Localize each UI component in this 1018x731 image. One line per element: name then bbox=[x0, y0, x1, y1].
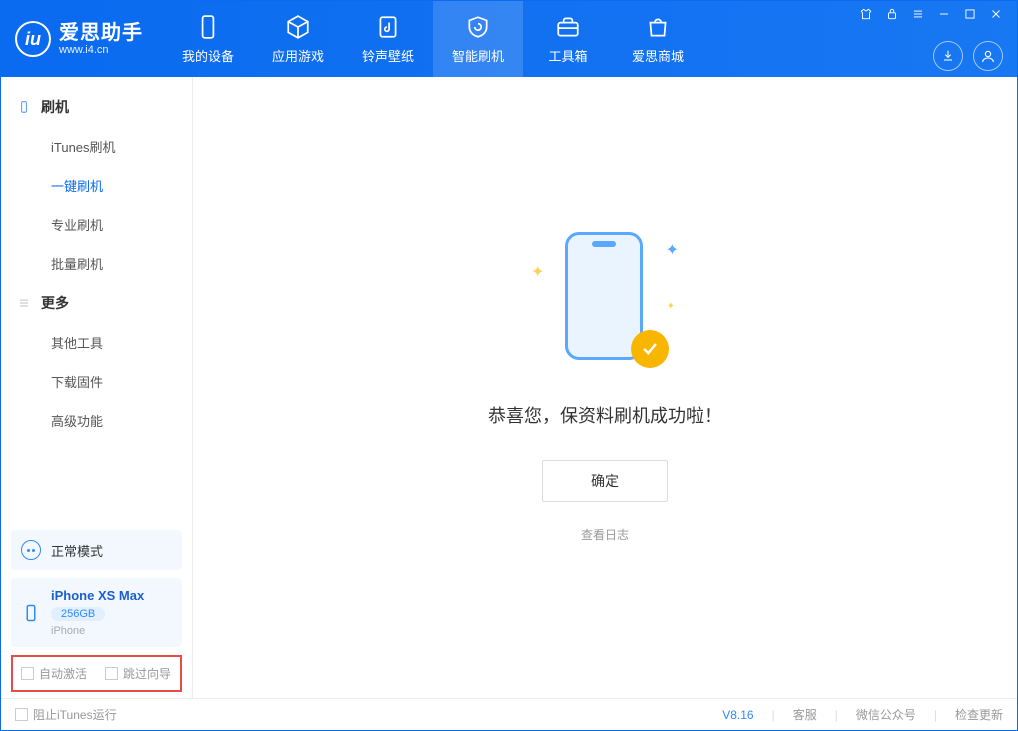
download-button[interactable] bbox=[933, 41, 963, 71]
music-icon bbox=[375, 14, 401, 40]
minimize-button[interactable] bbox=[937, 7, 951, 24]
sidebar-item-oneclick-flash[interactable]: 一键刷机 bbox=[1, 166, 192, 205]
sidebar-item-pro-flash[interactable]: 专业刷机 bbox=[1, 205, 192, 244]
checkbox-box-icon bbox=[105, 667, 118, 680]
statusbar-right: V8.16 | 客服 | 微信公众号 | 检查更新 bbox=[722, 706, 1003, 723]
app-subtitle: www.i4.cn bbox=[59, 44, 143, 56]
bag-icon bbox=[645, 14, 671, 40]
tab-smart-flash[interactable]: 智能刷机 bbox=[433, 1, 523, 77]
tab-apps-games[interactable]: 应用游戏 bbox=[253, 1, 343, 77]
tab-my-device[interactable]: 我的设备 bbox=[163, 1, 253, 77]
phone-illustration-icon bbox=[565, 232, 643, 360]
version-label: V8.16 bbox=[722, 708, 753, 722]
device-icon bbox=[21, 603, 41, 623]
sidebar-section-more: 更多 bbox=[1, 283, 192, 323]
device-name: iPhone XS Max bbox=[51, 588, 144, 603]
sidebar-item-download-firmware[interactable]: 下载固件 bbox=[1, 362, 192, 401]
tab-label: 爱思商城 bbox=[632, 46, 684, 65]
checkbox-label: 跳过向导 bbox=[123, 665, 171, 682]
sparkle-icon: ✦ bbox=[531, 262, 544, 282]
mode-panel[interactable]: 正常模式 bbox=[11, 530, 182, 570]
separator: | bbox=[835, 708, 838, 722]
checkbox-auto-activate[interactable]: 自动激活 bbox=[21, 665, 87, 682]
window-controls bbox=[859, 1, 1003, 77]
separator: | bbox=[934, 708, 937, 722]
app-window: iu 爱思助手 www.i4.cn 我的设备 应用游戏 铃声壁纸 智能刷机 bbox=[0, 0, 1018, 731]
maximize-button[interactable] bbox=[963, 7, 977, 24]
lock-icon[interactable] bbox=[885, 7, 899, 24]
sidebar-section-flash: 刷机 bbox=[1, 87, 192, 127]
tab-toolbox[interactable]: 工具箱 bbox=[523, 1, 613, 77]
device-type: iPhone bbox=[51, 625, 144, 637]
app-title: 爱思助手 bbox=[59, 22, 143, 44]
sparkle-icon: ✦ bbox=[667, 301, 675, 312]
tab-label: 我的设备 bbox=[182, 46, 234, 65]
checkbox-box-icon bbox=[15, 708, 28, 721]
mode-icon bbox=[21, 540, 41, 560]
user-button[interactable] bbox=[973, 41, 1003, 71]
device-small-icon bbox=[17, 100, 31, 114]
menu-icon[interactable] bbox=[911, 7, 925, 24]
mode-label: 正常模式 bbox=[51, 541, 103, 560]
view-log-link[interactable]: 查看日志 bbox=[581, 526, 629, 543]
sidebar-scroll: 刷机 iTunes刷机 一键刷机 专业刷机 批量刷机 更多 其他工具 下载固件 … bbox=[1, 77, 192, 530]
logo-area: iu 爱思助手 www.i4.cn bbox=[15, 21, 143, 57]
statusbar: 阻止iTunes运行 V8.16 | 客服 | 微信公众号 | 检查更新 bbox=[1, 698, 1017, 730]
customer-service-link[interactable]: 客服 bbox=[793, 706, 817, 723]
device-panel[interactable]: iPhone XS Max 256GB iPhone bbox=[11, 578, 182, 647]
tab-label: 铃声壁纸 bbox=[362, 46, 414, 65]
sidebar: 刷机 iTunes刷机 一键刷机 专业刷机 批量刷机 更多 其他工具 下载固件 … bbox=[1, 77, 193, 698]
tab-ringtone-wallpaper[interactable]: 铃声壁纸 bbox=[343, 1, 433, 77]
checkbox-block-itunes[interactable]: 阻止iTunes运行 bbox=[15, 706, 117, 723]
device-info: iPhone XS Max 256GB iPhone bbox=[51, 588, 144, 637]
window-bottom-controls bbox=[933, 41, 1003, 71]
success-title: 恭喜您，保资料刷机成功啦！ bbox=[488, 402, 722, 428]
check-badge-icon bbox=[631, 330, 669, 368]
toolbox-icon bbox=[555, 14, 581, 40]
shirt-icon[interactable] bbox=[859, 7, 873, 24]
tab-store[interactable]: 爱思商城 bbox=[613, 1, 703, 77]
checkbox-label: 自动激活 bbox=[39, 665, 87, 682]
titlebar: iu 爱思助手 www.i4.cn 我的设备 应用游戏 铃声壁纸 智能刷机 bbox=[1, 1, 1017, 77]
main-content: ✦ ✦ ✦ 恭喜您，保资料刷机成功啦！ 确定 查看日志 bbox=[193, 77, 1017, 698]
tab-label: 智能刷机 bbox=[452, 46, 504, 65]
close-button[interactable] bbox=[989, 7, 1003, 24]
window-top-controls bbox=[859, 7, 1003, 24]
sidebar-item-other-tools[interactable]: 其他工具 bbox=[1, 323, 192, 362]
cube-icon bbox=[285, 14, 311, 40]
sidebar-item-batch-flash[interactable]: 批量刷机 bbox=[1, 244, 192, 283]
logo-text: 爱思助手 www.i4.cn bbox=[59, 22, 143, 56]
tab-label: 应用游戏 bbox=[272, 46, 324, 65]
refresh-shield-icon bbox=[465, 14, 491, 40]
checkbox-box-icon bbox=[21, 667, 34, 680]
sidebar-item-itunes-flash[interactable]: iTunes刷机 bbox=[1, 127, 192, 166]
success-illustration: ✦ ✦ ✦ bbox=[545, 232, 665, 372]
logo-icon: iu bbox=[15, 21, 51, 57]
checkbox-skip-guide[interactable]: 跳过向导 bbox=[105, 665, 171, 682]
confirm-button[interactable]: 确定 bbox=[542, 460, 668, 502]
checkbox-row-highlight: 自动激活 跳过向导 bbox=[11, 655, 182, 692]
separator: | bbox=[772, 708, 775, 722]
tab-label: 工具箱 bbox=[548, 46, 587, 65]
sidebar-item-advanced[interactable]: 高级功能 bbox=[1, 401, 192, 440]
phone-icon bbox=[195, 14, 221, 40]
sparkle-icon: ✦ bbox=[666, 240, 679, 260]
section-title-label: 更多 bbox=[41, 293, 69, 313]
body: 刷机 iTunes刷机 一键刷机 专业刷机 批量刷机 更多 其他工具 下载固件 … bbox=[1, 77, 1017, 698]
storage-badge: 256GB bbox=[51, 607, 105, 621]
list-icon bbox=[17, 296, 31, 310]
section-title-label: 刷机 bbox=[41, 97, 69, 117]
wechat-link[interactable]: 微信公众号 bbox=[856, 706, 916, 723]
nav-tabs: 我的设备 应用游戏 铃声壁纸 智能刷机 工具箱 爱思商城 bbox=[163, 1, 703, 77]
checkbox-label: 阻止iTunes运行 bbox=[33, 706, 117, 723]
check-update-link[interactable]: 检查更新 bbox=[955, 706, 1003, 723]
